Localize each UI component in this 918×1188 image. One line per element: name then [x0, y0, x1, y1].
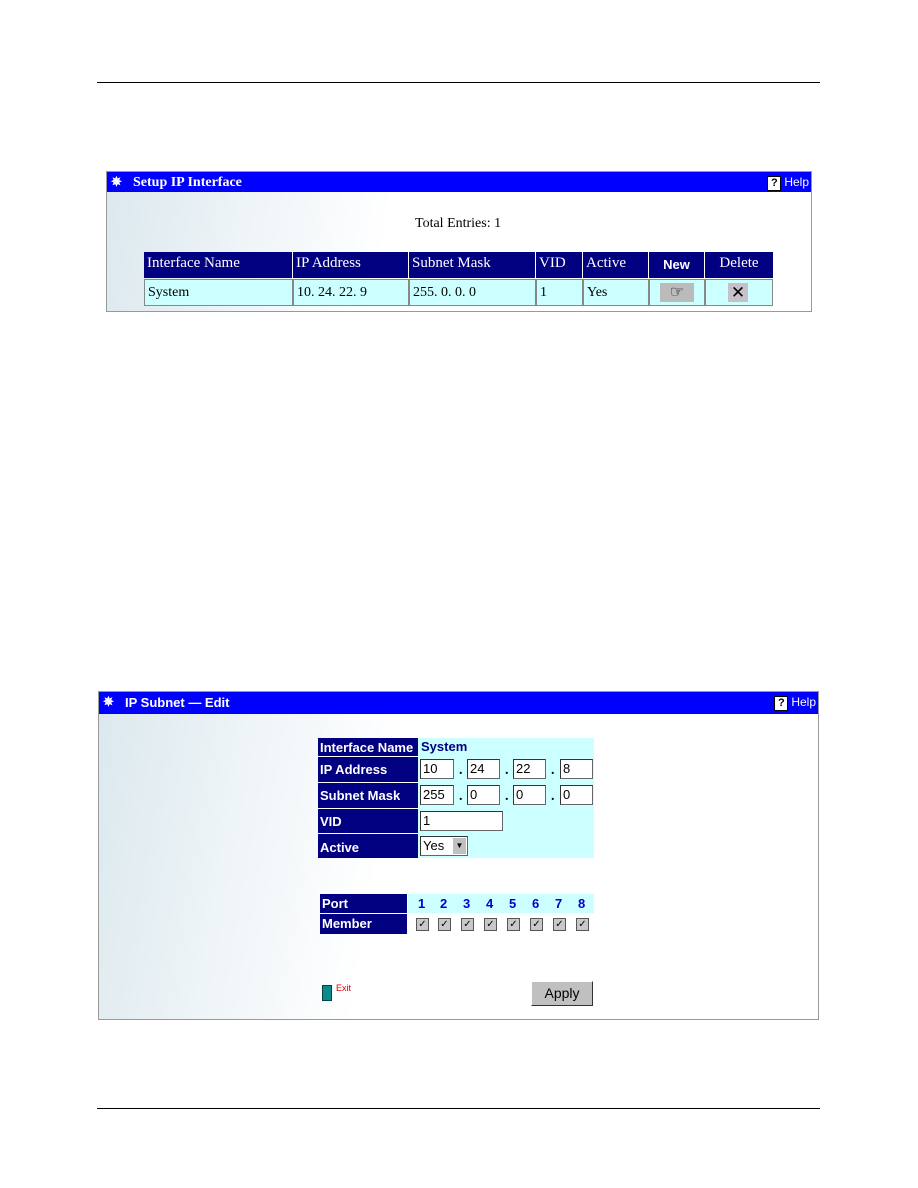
col-delete: Delete	[705, 252, 773, 278]
cell-ip-address: 10. 24. 22. 9	[293, 279, 409, 306]
member-checkbox-port-2[interactable]: ✓	[438, 918, 451, 931]
cell-vid: 1	[536, 279, 583, 306]
panel-title: IP Subnet — Edit	[125, 695, 230, 710]
port-number: 7	[555, 896, 563, 911]
port-number: 4	[486, 896, 494, 911]
dot: .	[551, 789, 555, 804]
help-label: Help	[791, 695, 816, 709]
member-checkbox-port-4[interactable]: ✓	[484, 918, 497, 931]
dot: .	[551, 763, 555, 778]
dot: .	[459, 763, 463, 778]
col-interface-name: Interface Name	[144, 252, 292, 278]
member-checkbox-port-5[interactable]: ✓	[507, 918, 520, 931]
member-checkbox-port-8[interactable]: ✓	[576, 918, 589, 931]
ip-octet-2-input[interactable]: 24	[467, 759, 500, 779]
port-number: 2	[440, 896, 448, 911]
bottom-rule	[97, 1108, 820, 1109]
mask-octet-1-input[interactable]: 255	[420, 785, 454, 805]
port-number: 8	[578, 896, 586, 911]
label-vid: VID	[318, 809, 418, 833]
col-subnet-mask: Subnet Mask	[409, 252, 535, 278]
delete-x-icon[interactable]: ✕	[728, 283, 748, 302]
label-subnet-mask: Subnet Mask	[318, 783, 418, 808]
cell-subnet-mask: 255. 0. 0. 0	[409, 279, 536, 306]
label-port: Port	[320, 894, 407, 913]
help-button[interactable]: ? Help	[774, 695, 816, 711]
label-interface-name: Interface Name	[318, 738, 418, 756]
cell-active: Yes	[583, 279, 649, 306]
web-icon: ✵	[111, 174, 122, 189]
mask-octet-3-input[interactable]: 0	[513, 785, 546, 805]
member-checkbox-port-3[interactable]: ✓	[461, 918, 474, 931]
title-bar: ✵ Setup IP Interface ? Help	[107, 172, 811, 192]
total-entries: Total Entries: 1	[415, 216, 502, 231]
port-number: 3	[463, 896, 471, 911]
col-ip-address: IP Address	[293, 252, 408, 278]
title-bar: ✵ IP Subnet — Edit ? Help	[99, 692, 818, 714]
port-number: 1	[418, 896, 426, 911]
cell-new: ☞	[649, 279, 705, 306]
help-button[interactable]: ? Help	[767, 175, 809, 191]
port-number: 6	[532, 896, 540, 911]
chevron-down-icon[interactable]: ▼	[453, 838, 466, 854]
dot: .	[505, 763, 509, 778]
label-ip-address: IP Address	[318, 757, 418, 782]
member-checkbox-port-1[interactable]: ✓	[416, 918, 429, 931]
ip-octet-4-input[interactable]: 8	[560, 759, 593, 779]
help-label: Help	[784, 175, 809, 189]
dot: .	[505, 789, 509, 804]
ip-octet-3-input[interactable]: 22	[513, 759, 546, 779]
panel-title: Setup IP Interface	[133, 175, 242, 190]
col-vid: VID	[536, 252, 582, 278]
active-selected-value: Yes	[423, 838, 445, 853]
member-checkbox-port-7[interactable]: ✓	[553, 918, 566, 931]
cell-interface-name: System	[144, 279, 293, 306]
exit-label: Exit	[336, 983, 352, 993]
col-active: Active	[583, 252, 648, 278]
edit-pointer-icon[interactable]: ☞	[660, 283, 694, 302]
port-number: 5	[509, 896, 517, 911]
mask-octet-4-input[interactable]: 0	[560, 785, 593, 805]
top-rule	[97, 82, 820, 83]
door-icon	[322, 985, 332, 1001]
help-icon: ?	[767, 176, 782, 191]
label-member: Member	[320, 914, 407, 934]
help-icon: ?	[774, 696, 789, 711]
exit-button[interactable]: Exit	[322, 983, 352, 1003]
web-icon: ✵	[103, 694, 114, 709]
vid-input[interactable]: 1	[420, 811, 503, 831]
active-select[interactable]: Yes ▼	[420, 836, 468, 856]
label-active: Active	[318, 834, 418, 858]
cell-delete: ✕	[705, 279, 773, 306]
port-row-background	[408, 894, 594, 913]
member-checkbox-port-6[interactable]: ✓	[530, 918, 543, 931]
dot: .	[459, 789, 463, 804]
mask-octet-2-input[interactable]: 0	[467, 785, 500, 805]
ip-octet-1-input[interactable]: 10	[420, 759, 454, 779]
col-new: New	[649, 252, 704, 278]
apply-button[interactable]: Apply	[531, 981, 593, 1006]
interface-name-value: System	[421, 739, 468, 754]
